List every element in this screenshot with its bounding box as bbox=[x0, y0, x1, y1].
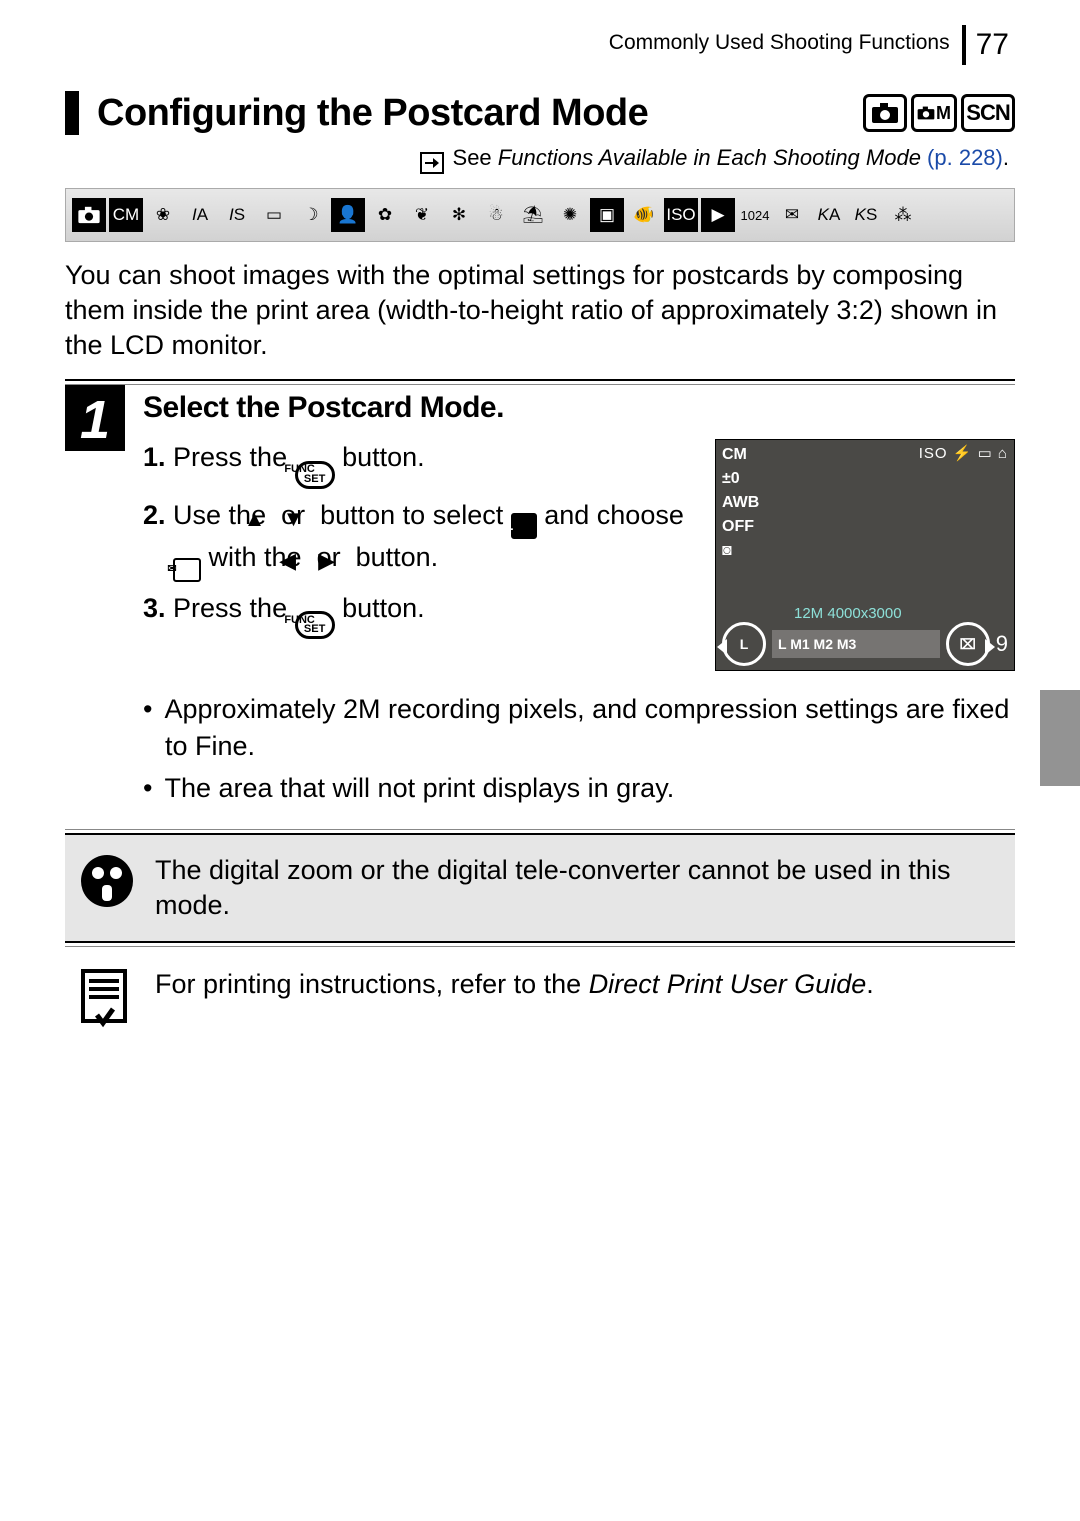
strip-ks-icon: KS bbox=[849, 198, 883, 232]
notes-list: Approximately 2M recording pixels, and c… bbox=[143, 691, 1015, 806]
strip-leaf-icon: ❦ bbox=[405, 198, 439, 232]
lcd-resolution-caption: 12M 4000x3000 bbox=[794, 605, 902, 622]
mode-badge-camera-icon bbox=[863, 94, 907, 132]
lcd-ev: ±0 bbox=[722, 470, 759, 488]
func-set-icon: FUNCSET bbox=[295, 611, 335, 639]
strip-night-icon: ☽ bbox=[294, 198, 328, 232]
shooting-mode-icon-strip: CM ❀ IA IS ▭ ☽ 👤 ✿ ❦ ✻ ☃ ⛱ ✺ ▣ 🐠 ISO ▶ 1… bbox=[65, 188, 1015, 242]
intro-paragraph: You can shoot images with the optimal se… bbox=[65, 258, 1015, 363]
strip-cm-icon: CM bbox=[109, 198, 143, 232]
lcd-status-icons: ISO ⚡ ▭ ⌂ bbox=[919, 444, 1008, 462]
func-set-icon: FUNCSET bbox=[295, 461, 335, 489]
lcd-cm-icon: CM bbox=[722, 446, 759, 464]
title-accent-bar bbox=[65, 91, 79, 135]
page-number: 77 bbox=[962, 25, 1015, 65]
strip-ia-icon: IA bbox=[183, 198, 217, 232]
note-2: The area that will not print displays in… bbox=[143, 770, 1015, 806]
postcard-icon: ✉ bbox=[173, 558, 201, 582]
mode-badge-cm: M bbox=[911, 94, 957, 132]
lcd-shots-remaining: 9 bbox=[996, 631, 1008, 657]
step-item-1: 1. Press the FUNCSET button. bbox=[143, 439, 699, 488]
step-1: 1 Select the Postcard Mode. 1. Press the… bbox=[65, 385, 1015, 812]
strip-iso-icon: ISO bbox=[664, 198, 698, 232]
page-header: Commonly Used Shooting Functions 77 bbox=[65, 25, 1015, 65]
strip-movie-icon: ▶ bbox=[701, 198, 735, 232]
arrow-right-icon bbox=[420, 152, 444, 174]
note-1: Approximately 2M recording pixels, and c… bbox=[143, 691, 1015, 764]
strip-1024-icon: 1024 bbox=[738, 198, 772, 232]
lcd-preview: CM ±0 AWB OFF ◙ ISO ⚡ ▭ ⌂ 12M 4000x3000 … bbox=[715, 439, 1015, 671]
step-item-3: 3. Press the FUNCSET button. bbox=[143, 590, 699, 639]
lcd-off: OFF bbox=[722, 518, 759, 536]
strip-mail-icon: ✉ bbox=[775, 198, 809, 232]
strip-beach-icon: ⛱ bbox=[516, 198, 550, 232]
strip-camera-icon bbox=[72, 198, 106, 232]
strip-frame-icon: ▣ bbox=[590, 198, 624, 232]
warning-icon bbox=[79, 853, 135, 923]
strip-aquarium-icon: 🐠 bbox=[627, 198, 661, 232]
lcd-left-selector: L bbox=[722, 622, 766, 666]
warning-note: The digital zoom or the digital tele-con… bbox=[65, 835, 1015, 941]
step-number: 1 bbox=[65, 385, 125, 451]
strip-rect-icon: ▭ bbox=[257, 198, 291, 232]
step-title: Select the Postcard Mode. bbox=[143, 391, 1015, 425]
section-tab bbox=[1040, 690, 1080, 786]
step-item-2: 2. Use the ▲ or ▼ button to select L and… bbox=[143, 497, 699, 582]
warning-text: The digital zoom or the digital tele-con… bbox=[155, 853, 1001, 923]
strip-snowman-icon: ☃ bbox=[479, 198, 513, 232]
lcd-awb: AWB bbox=[722, 494, 759, 512]
lcd-size-options: L M1 M2 M3 bbox=[772, 630, 940, 658]
printer-reference: For printing instructions, refer to the … bbox=[65, 947, 1015, 1036]
strip-firework-icon: ✺ bbox=[553, 198, 587, 232]
mode-badge-scn: SCN bbox=[961, 94, 1015, 132]
title-row: Configuring the Postcard Mode M SCN bbox=[65, 91, 1015, 135]
strip-ka-icon: KA bbox=[812, 198, 846, 232]
strip-flower-icon: ✿ bbox=[368, 198, 402, 232]
strip-dots-icon: ⁂ bbox=[886, 198, 920, 232]
section-label: Commonly Used Shooting Functions bbox=[609, 25, 962, 65]
l-size-icon: L bbox=[511, 513, 537, 539]
printer-icon bbox=[79, 969, 135, 1036]
strip-star-icon: ✻ bbox=[442, 198, 476, 232]
lcd-metering-icon: ◙ bbox=[722, 542, 759, 560]
strip-macro-icon: ❀ bbox=[146, 198, 180, 232]
strip-is-icon: IS bbox=[220, 198, 254, 232]
lcd-right-selector: ⌧ bbox=[946, 622, 990, 666]
page-title: Configuring the Postcard Mode bbox=[97, 92, 845, 135]
see-reference: See Functions Available in Each Shooting… bbox=[65, 145, 1009, 174]
strip-portrait-icon: 👤 bbox=[331, 198, 365, 232]
